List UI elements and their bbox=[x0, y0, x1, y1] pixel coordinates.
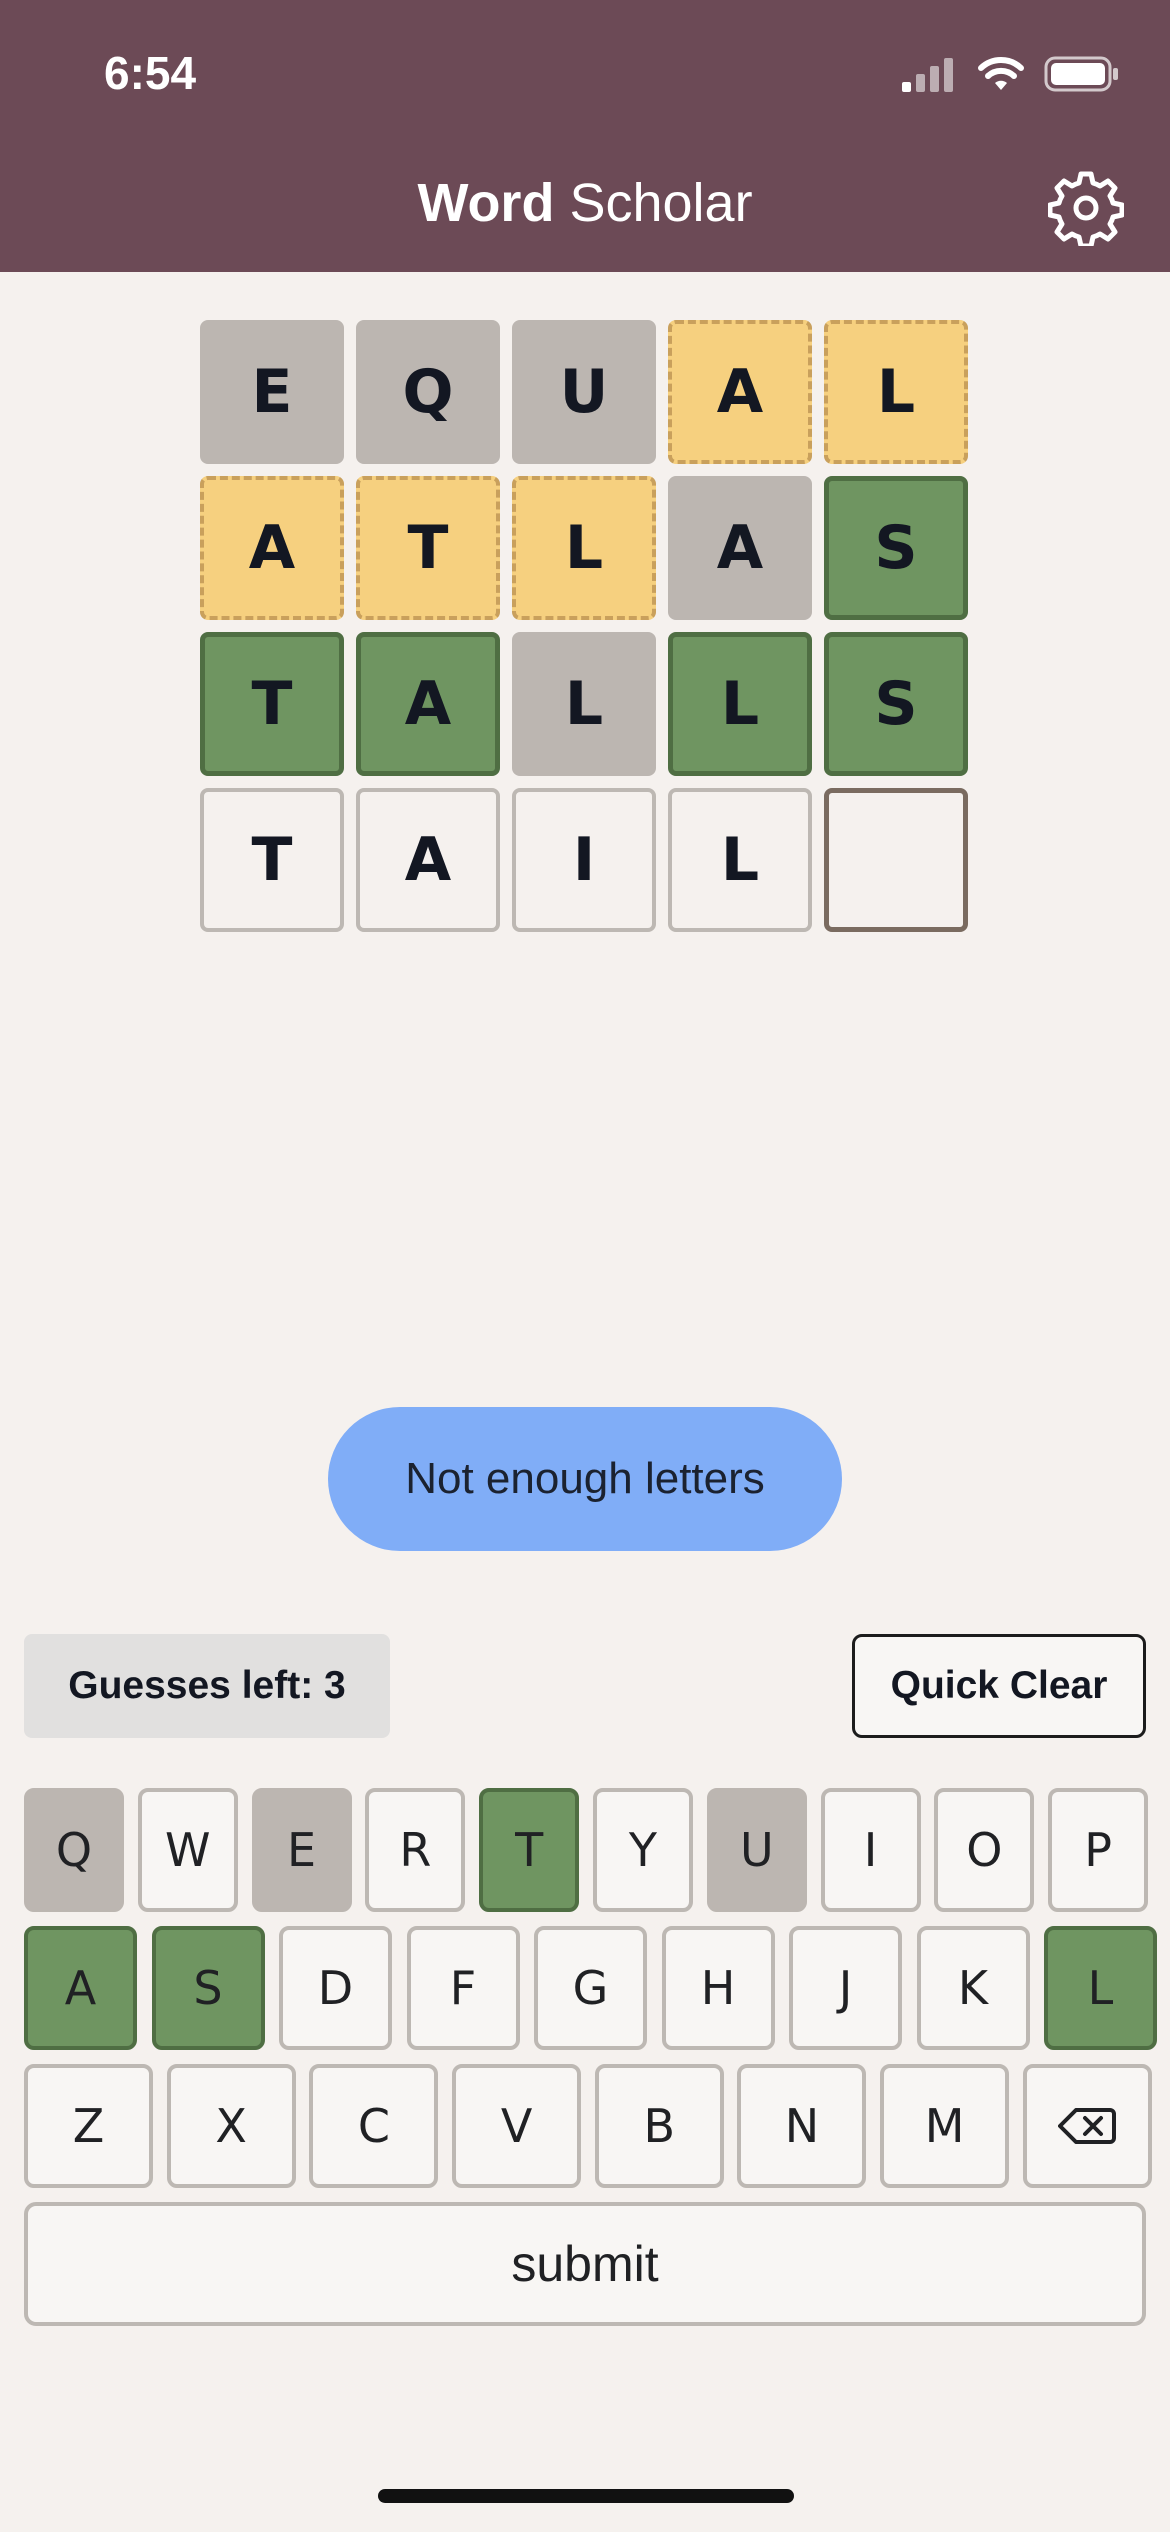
board-tile: A bbox=[200, 476, 344, 620]
submit-button[interactable]: submit bbox=[24, 2202, 1146, 2326]
status-icons bbox=[900, 50, 1120, 98]
board-tile: A bbox=[668, 476, 812, 620]
board-tile: I bbox=[512, 788, 656, 932]
key-x[interactable]: X bbox=[166, 2064, 296, 2188]
key-m[interactable]: M bbox=[880, 2064, 1010, 2188]
board-tile: A bbox=[668, 320, 812, 464]
guesses-left-badge: Guesses left: 3 bbox=[24, 1634, 390, 1738]
key-e[interactable]: E bbox=[251, 1788, 352, 1912]
keyboard-row-3: ZXCVBNM bbox=[24, 2064, 1152, 2188]
board-tile: L bbox=[668, 788, 812, 932]
battery-icon bbox=[1044, 56, 1118, 92]
key-p[interactable]: P bbox=[1048, 1788, 1149, 1912]
board-tile bbox=[824, 788, 968, 932]
key-b[interactable]: B bbox=[594, 2064, 724, 2188]
board-tile: S bbox=[824, 476, 968, 620]
key-n[interactable]: N bbox=[737, 2064, 867, 2188]
app-title-bold: Word bbox=[417, 173, 555, 233]
board-tile: A bbox=[356, 632, 500, 776]
backspace-key[interactable] bbox=[1022, 2064, 1152, 2188]
key-k[interactable]: K bbox=[916, 1926, 1030, 2050]
board-row: TALLS bbox=[200, 632, 968, 776]
key-r[interactable]: R bbox=[365, 1788, 466, 1912]
key-u[interactable]: U bbox=[706, 1788, 807, 1912]
board-tile: L bbox=[512, 632, 656, 776]
key-z[interactable]: Z bbox=[24, 2064, 153, 2188]
board-tile: T bbox=[200, 632, 344, 776]
key-c[interactable]: C bbox=[309, 2064, 439, 2188]
key-w[interactable]: W bbox=[137, 1788, 238, 1912]
board-row: EQUAL bbox=[200, 320, 968, 464]
board-row: TAIL bbox=[200, 788, 968, 932]
key-y[interactable]: Y bbox=[592, 1788, 693, 1912]
toast-message: Not enough letters bbox=[328, 1407, 842, 1551]
board-row: ATLAS bbox=[200, 476, 968, 620]
board-tile: T bbox=[356, 476, 500, 620]
key-f[interactable]: F bbox=[406, 1926, 520, 2050]
key-s[interactable]: S bbox=[151, 1926, 265, 2050]
board-tile: Q bbox=[356, 320, 500, 464]
backspace-icon bbox=[1058, 2108, 1117, 2144]
status-time: 6:54 bbox=[104, 47, 197, 99]
board-tile: U bbox=[512, 320, 656, 464]
key-i[interactable]: I bbox=[820, 1788, 921, 1912]
quick-clear-button[interactable]: Quick Clear bbox=[852, 1634, 1146, 1738]
key-l[interactable]: L bbox=[1044, 1926, 1157, 2050]
app-title-light: Scholar bbox=[569, 173, 753, 233]
key-o[interactable]: O bbox=[934, 1788, 1035, 1912]
board-tile: A bbox=[356, 788, 500, 932]
key-a[interactable]: A bbox=[24, 1926, 137, 2050]
board-tile: T bbox=[200, 788, 344, 932]
keyboard-row-2: ASDFGHJKL bbox=[24, 1926, 1157, 2050]
key-q[interactable]: Q bbox=[24, 1788, 124, 1912]
wifi-icon bbox=[978, 57, 1024, 90]
key-t[interactable]: T bbox=[479, 1788, 580, 1912]
guess-board: EQUALATLASTALLSTAIL bbox=[200, 320, 968, 944]
board-tile: L bbox=[512, 476, 656, 620]
cellular-signal-icon bbox=[902, 58, 953, 92]
keyboard-row-1: QWERTYUIOP bbox=[24, 1788, 1149, 1912]
board-tile: E bbox=[200, 320, 344, 464]
board-tile: S bbox=[824, 632, 968, 776]
app-title: Word Scholar bbox=[0, 172, 1170, 234]
key-d[interactable]: D bbox=[279, 1926, 392, 2050]
key-h[interactable]: H bbox=[661, 1926, 775, 2050]
key-g[interactable]: G bbox=[534, 1926, 647, 2050]
board-tile: L bbox=[668, 632, 812, 776]
board-tile: L bbox=[824, 320, 968, 464]
app-header: 6:54 Word Scholar bbox=[0, 0, 1170, 272]
key-j[interactable]: J bbox=[789, 1926, 902, 2050]
home-indicator bbox=[378, 2489, 794, 2503]
gear-icon[interactable] bbox=[1048, 170, 1124, 246]
key-v[interactable]: V bbox=[452, 2064, 582, 2188]
